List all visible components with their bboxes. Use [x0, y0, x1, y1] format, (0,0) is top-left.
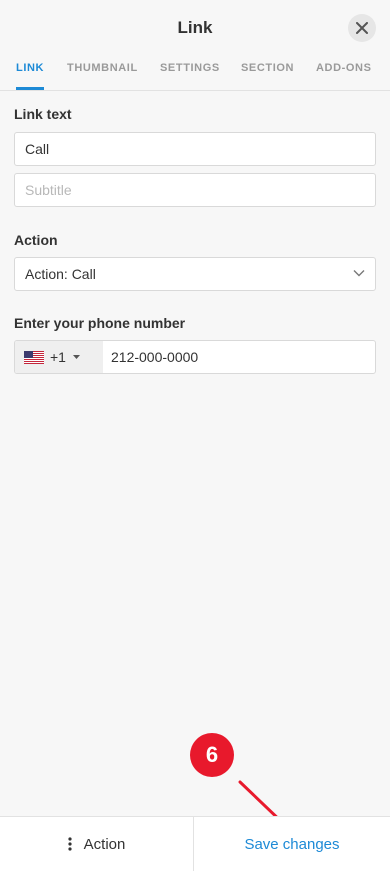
action-menu-button[interactable]: Action — [0, 817, 194, 871]
panel-header: Link LINK THUMBNAIL SETTINGS SECTION ADD… — [0, 0, 390, 91]
action-select-value: Action: Call — [25, 266, 96, 282]
tab-settings[interactable]: SETTINGS — [160, 60, 220, 90]
panel-title: Link — [177, 18, 213, 37]
save-changes-button[interactable]: Save changes — [194, 817, 390, 871]
footer-bar: Action Save changes — [0, 816, 390, 871]
tab-thumbnail[interactable]: THUMBNAIL — [67, 60, 138, 90]
phone-field: +1 212-000-0000 — [14, 340, 376, 374]
action-label: Action — [14, 232, 58, 248]
tab-section[interactable]: SECTION — [241, 60, 294, 90]
caret-down-icon — [72, 355, 80, 359]
step-badge: 6 — [190, 733, 234, 777]
phone-input[interactable]: 212-000-0000 — [111, 341, 198, 373]
country-selector[interactable]: +1 — [15, 341, 103, 373]
close-button[interactable] — [348, 14, 376, 42]
action-menu-label: Action — [83, 835, 126, 853]
link-text-input[interactable]: Call — [14, 132, 376, 166]
link-text-label: Link text — [14, 106, 72, 122]
chevron-down-icon — [353, 270, 365, 277]
tab-add-ons[interactable]: ADD-ONS — [316, 60, 372, 90]
us-flag-icon — [24, 350, 44, 364]
more-vertical-icon — [68, 837, 72, 851]
dial-code: +1 — [50, 349, 66, 365]
close-icon — [356, 22, 368, 34]
phone-label: Enter your phone number — [14, 315, 186, 331]
tab-bar: LINK THUMBNAIL SETTINGS SECTION ADD-ONS — [0, 60, 390, 90]
action-select[interactable]: Action: Call — [14, 257, 376, 291]
tab-link[interactable]: LINK — [16, 60, 45, 90]
subtitle-input[interactable]: Subtitle — [14, 173, 376, 207]
